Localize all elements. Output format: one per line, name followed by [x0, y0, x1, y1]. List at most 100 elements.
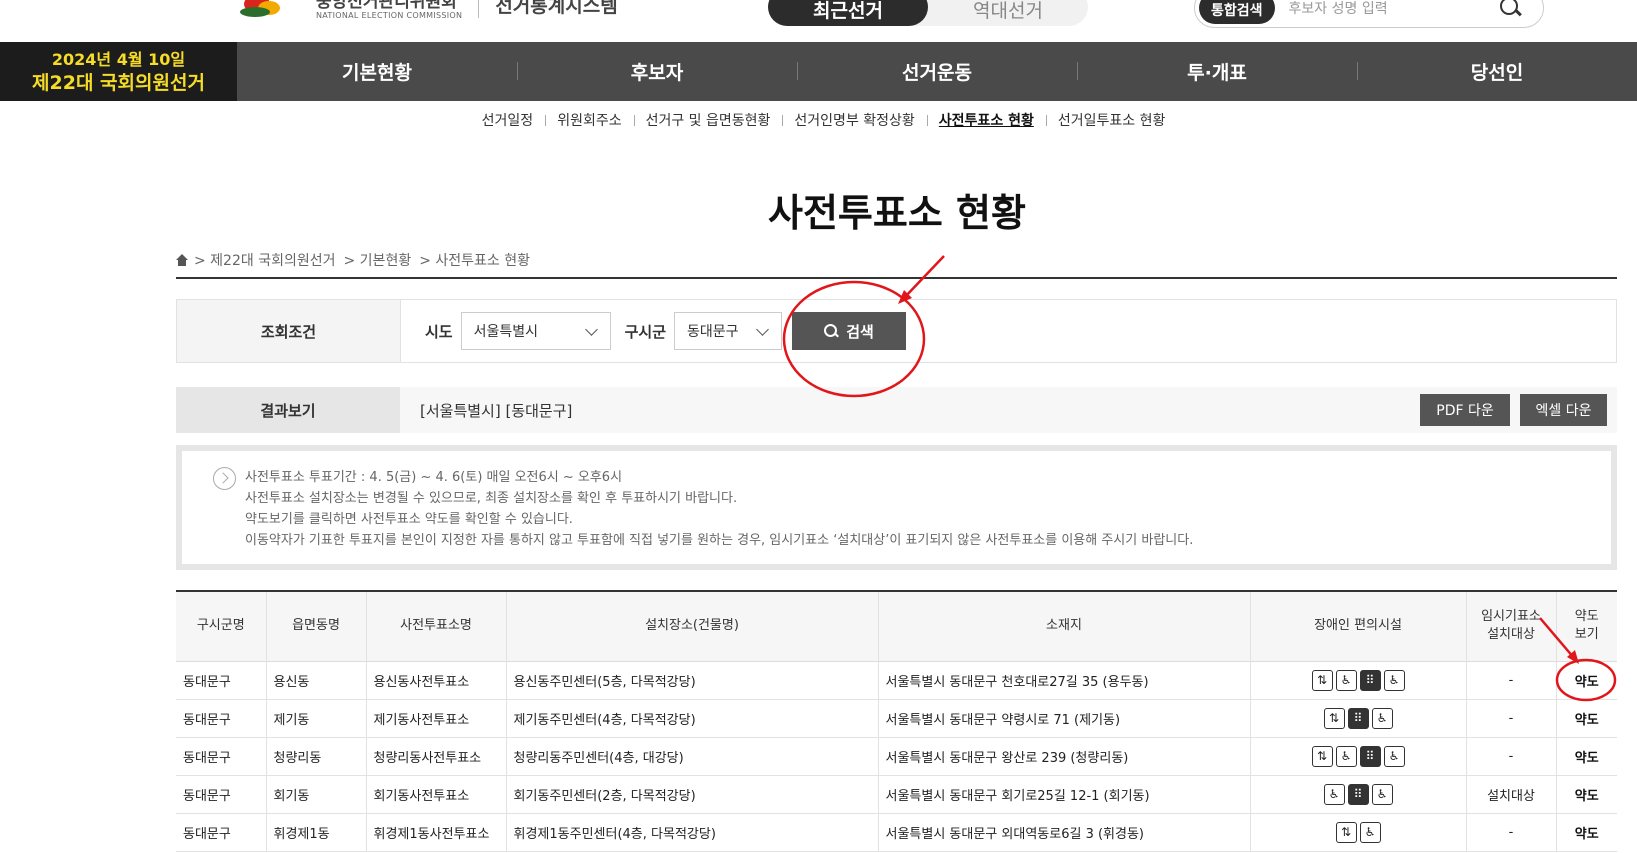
cell-station-name: 회기동사전투표소 — [365, 775, 506, 814]
election-tabs: 최근선거 역대선거 — [768, 0, 1088, 26]
pdf-download-button[interactable]: PDF 다운 — [1420, 394, 1510, 426]
system-title: 선거통계시스템 — [495, 0, 618, 17]
braille-icon: ⠿ — [1347, 783, 1369, 805]
search-condition-panel: 조회조건 시도 서울특별시 구시군 동대문구 검색 — [176, 299, 1617, 363]
subnav-districts[interactable]: 선거구 및 읍면동현황 — [633, 110, 783, 130]
chevron-down-icon — [584, 323, 598, 336]
notice-line: 사전투표소 설치장소는 변경될 수 있으므로, 최종 설치장소를 확인 후 투표… — [245, 491, 738, 506]
gusigun-selected-value: 동대문구 — [687, 324, 739, 340]
subnav-early-polling[interactable]: 사전투표소 현황 — [926, 110, 1046, 130]
main-nav: 2024년 4월 10일 제22대 국회의원선거 기본현황 후보자 선거운동 투… — [0, 42, 1637, 101]
col-temp-booth-line: 임시기표소 — [1481, 609, 1541, 625]
nec-logo[interactable]: 중앙선거관리위원회 NATIONAL ELECTION COMMISSION 선… — [240, 0, 618, 26]
subnav-committee-address[interactable]: 위원회주소 — [545, 110, 633, 130]
cell-address: 서울특별시 동대문구 천호대로27길 35 (용두동) — [877, 661, 1250, 700]
global-search: 통합검색 후보자 성명 입력 — [1194, 0, 1544, 28]
subnav-voter-register[interactable]: 선거인명부 확정상황 — [782, 110, 926, 130]
cell-temp-booth: 설치대상 — [1465, 775, 1556, 814]
cell-facilities: ♿ ⠿ ♿ — [1249, 775, 1466, 814]
breadcrumb-election[interactable]: > 제22대 국회의원선거 — [194, 250, 336, 270]
cell-station-name: 용신동사전투표소 — [365, 661, 506, 700]
braille-icon: ⠿ — [1359, 669, 1381, 691]
nav-voting-counting[interactable]: 투·개표 — [1077, 42, 1357, 101]
breadcrumb-current: > 사전투표소 현황 — [419, 253, 530, 269]
cell-dong: 제기동 — [265, 699, 366, 738]
cell-dong: 청량리동 — [265, 737, 366, 776]
cell-dong: 회기동 — [265, 775, 366, 814]
accessible-icon: ♿ — [1371, 707, 1393, 729]
map-view-link[interactable]: 약도 — [1555, 699, 1617, 738]
accessible-icon: ♿ — [1359, 821, 1381, 843]
col-gusigun: 구시군명 — [176, 590, 266, 662]
nav-winners[interactable]: 당선인 — [1357, 42, 1637, 101]
election-badge: 2024년 4월 10일 제22대 국회의원선거 — [0, 42, 237, 101]
tab-recent-election[interactable]: 최근선거 — [768, 0, 928, 26]
breadcrumb: > 제22대 국회의원선거 > 기본현황 > 사전투표소 현황 — [176, 250, 538, 270]
cell-place: 제기동주민센터(4층, 다목적강당) — [505, 699, 878, 738]
search-input[interactable]: 후보자 성명 입력 — [1289, 0, 1499, 18]
col-facilities: 장애인 편의시설 — [1249, 590, 1466, 662]
home-icon[interactable] — [176, 254, 188, 266]
gusigun-label: 구시군 — [624, 322, 667, 341]
table-row: 동대문구 휘경제1동 휘경제1동사전투표소 휘경제1동주민센터(4층, 다목적강당) 서… — [176, 813, 1617, 852]
search-icon[interactable] — [1499, 0, 1521, 19]
braille-icon: ⠿ — [1347, 707, 1369, 729]
elevator-icon: ⇅ — [1335, 821, 1357, 843]
subnav-election-day-polling[interactable]: 선거일투표소 현황 — [1045, 110, 1178, 130]
cell-facilities: ⇅ ♿ ⠿ ♿ — [1249, 661, 1466, 700]
wheelchair-slope-icon: ♿ — [1323, 783, 1345, 805]
breadcrumb-basic-status[interactable]: > 기본현황 — [344, 250, 412, 270]
notice-line: 이동약자가 기표한 투표지를 본인이 지정한 자를 통하지 않고 투표함에 직접… — [245, 533, 1194, 548]
cell-station-name: 청량리동사전투표소 — [365, 737, 506, 776]
cell-gusigun: 동대문구 — [176, 661, 266, 700]
col-dong: 읍면동명 — [265, 590, 366, 662]
accessible-icon: ♿ — [1383, 669, 1405, 691]
notice-line: 사전투표소 투표기간 : 4. 5(금) ~ 4. 6(토) 매일 오전6시 ~… — [245, 470, 623, 485]
col-station-name: 사전투표소명 — [365, 590, 506, 662]
cell-temp-booth: - — [1465, 699, 1556, 738]
chevron-down-icon — [756, 323, 769, 336]
wheelchair-slope-icon: ♿ — [1335, 745, 1357, 767]
result-label: 결과보기 — [176, 387, 400, 433]
map-view-link[interactable]: 약도 — [1555, 661, 1617, 700]
search-button-label: 검색 — [846, 322, 874, 341]
cell-gusigun: 동대문구 — [176, 813, 266, 852]
cell-dong: 휘경제1동 — [265, 813, 366, 852]
cell-station-name: 휘경제1동사전투표소 — [365, 813, 506, 852]
nav-candidates[interactable]: 후보자 — [517, 42, 797, 101]
cell-place: 청량리동주민센터(4층, 대강당) — [505, 737, 878, 776]
cell-address: 서울특별시 동대문구 약령시로 71 (제기동) — [877, 699, 1250, 738]
condition-label: 조회조건 — [177, 300, 401, 362]
accessible-icon: ♿ — [1383, 745, 1405, 767]
cell-station-name: 제기동사전투표소 — [365, 699, 506, 738]
sido-selected-value: 서울특별시 — [473, 324, 539, 340]
cell-temp-booth: - — [1465, 737, 1556, 776]
tab-past-elections[interactable]: 역대선거 — [928, 0, 1088, 26]
map-view-link[interactable]: 약도 — [1555, 775, 1617, 814]
cell-place: 회기동주민센터(2층, 다목적강당) — [505, 775, 878, 814]
nav-basic-status[interactable]: 기본현황 — [237, 42, 517, 101]
table-header-row: 구시군명 읍면동명 사전투표소명 설치장소(건물명) 소재지 장애인 편의시설 … — [176, 590, 1617, 662]
map-view-link[interactable]: 약도 — [1555, 737, 1617, 776]
wheelchair-slope-icon: ♿ — [1335, 669, 1357, 691]
result-filter-text: [서울특별시] [동대문구] — [420, 401, 573, 420]
cell-place: 휘경제1동주민센터(4층, 다목적강당) — [505, 813, 878, 852]
cell-address: 서울특별시 동대문구 왕산로 239 (청량리동) — [877, 737, 1250, 776]
cell-gusigun: 동대문구 — [176, 775, 266, 814]
search-scope-tag[interactable]: 통합검색 — [1199, 0, 1275, 24]
cell-facilities: ⇅ ⠿ ♿ — [1249, 699, 1466, 738]
braille-icon: ⠿ — [1359, 745, 1381, 767]
cell-gusigun: 동대문구 — [176, 737, 266, 776]
cell-dong: 용신동 — [265, 661, 366, 700]
subnav-schedule[interactable]: 선거일정 — [470, 110, 546, 130]
map-view-link[interactable]: 약도 — [1555, 813, 1617, 852]
sido-select[interactable]: 서울특별시 — [460, 312, 611, 350]
polling-station-table: 구시군명 읍면동명 사전투표소명 설치장소(건물명) 소재지 장애인 편의시설 … — [176, 590, 1617, 852]
cell-address: 서울특별시 동대문구 외대역동로6길 3 (휘경동) — [877, 813, 1250, 852]
cell-gusigun: 동대문구 — [176, 699, 266, 738]
table-row: 동대문구 제기동 제기동사전투표소 제기동주민센터(4층, 다목적강당) 서울특별시 동… — [176, 699, 1617, 738]
gusigun-select[interactable]: 동대문구 — [674, 312, 783, 350]
excel-download-button[interactable]: 엑셀 다운 — [1520, 394, 1607, 426]
search-button[interactable]: 검색 — [792, 312, 907, 350]
nav-campaign[interactable]: 선거운동 — [797, 42, 1077, 101]
